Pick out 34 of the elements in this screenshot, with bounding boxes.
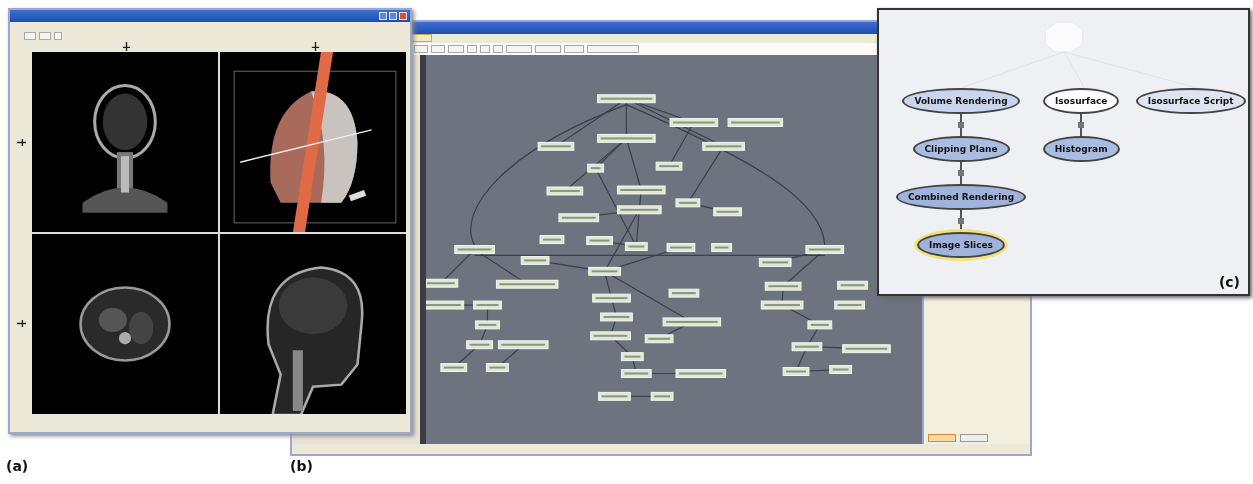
graph-node[interactable]: Isosurface Script (1135, 88, 1246, 114)
toolbar-button[interactable] (535, 45, 561, 53)
graph-node[interactable]: Clipping Plane (912, 136, 1010, 162)
toolbar-button[interactable] (414, 45, 428, 53)
toolbar-button[interactable] (24, 32, 36, 40)
figure-label: (a) (6, 458, 29, 474)
figure-label: (c) (1218, 274, 1240, 290)
marker-icon (16, 138, 26, 147)
graph-node[interactable]: Combined Rendering (895, 184, 1027, 210)
marker-icon (16, 319, 26, 328)
close-button[interactable] (399, 12, 407, 20)
marker-icon (122, 42, 131, 51)
connector-line (1077, 114, 1086, 136)
marker-icon (311, 42, 320, 51)
panel-tab[interactable] (960, 434, 988, 442)
graph-node[interactable]: Histogram (1042, 136, 1120, 162)
graph-node[interactable]: Volume Rendering (902, 88, 1020, 114)
document-tab[interactable] (410, 34, 432, 42)
maximize-button[interactable] (389, 12, 397, 20)
toolbar-button[interactable] (448, 45, 464, 53)
toolbar-button[interactable] (39, 32, 51, 40)
graph-node[interactable]: Image Slices (917, 232, 1005, 258)
toolbar-button[interactable] (54, 32, 62, 40)
toolbar-button[interactable] (506, 45, 532, 53)
figure-label: (b) (290, 458, 313, 474)
toolbar-button[interactable] (431, 45, 445, 53)
panel-tab[interactable] (928, 434, 956, 442)
toolbar-button[interactable] (587, 45, 639, 53)
minimize-button[interactable] (379, 12, 387, 20)
connector-line (957, 114, 965, 136)
toolbar-button[interactable] (564, 45, 584, 53)
graph-node[interactable]: Isosurface (1042, 88, 1120, 114)
connector-line (957, 162, 965, 184)
connector-line (957, 210, 965, 232)
